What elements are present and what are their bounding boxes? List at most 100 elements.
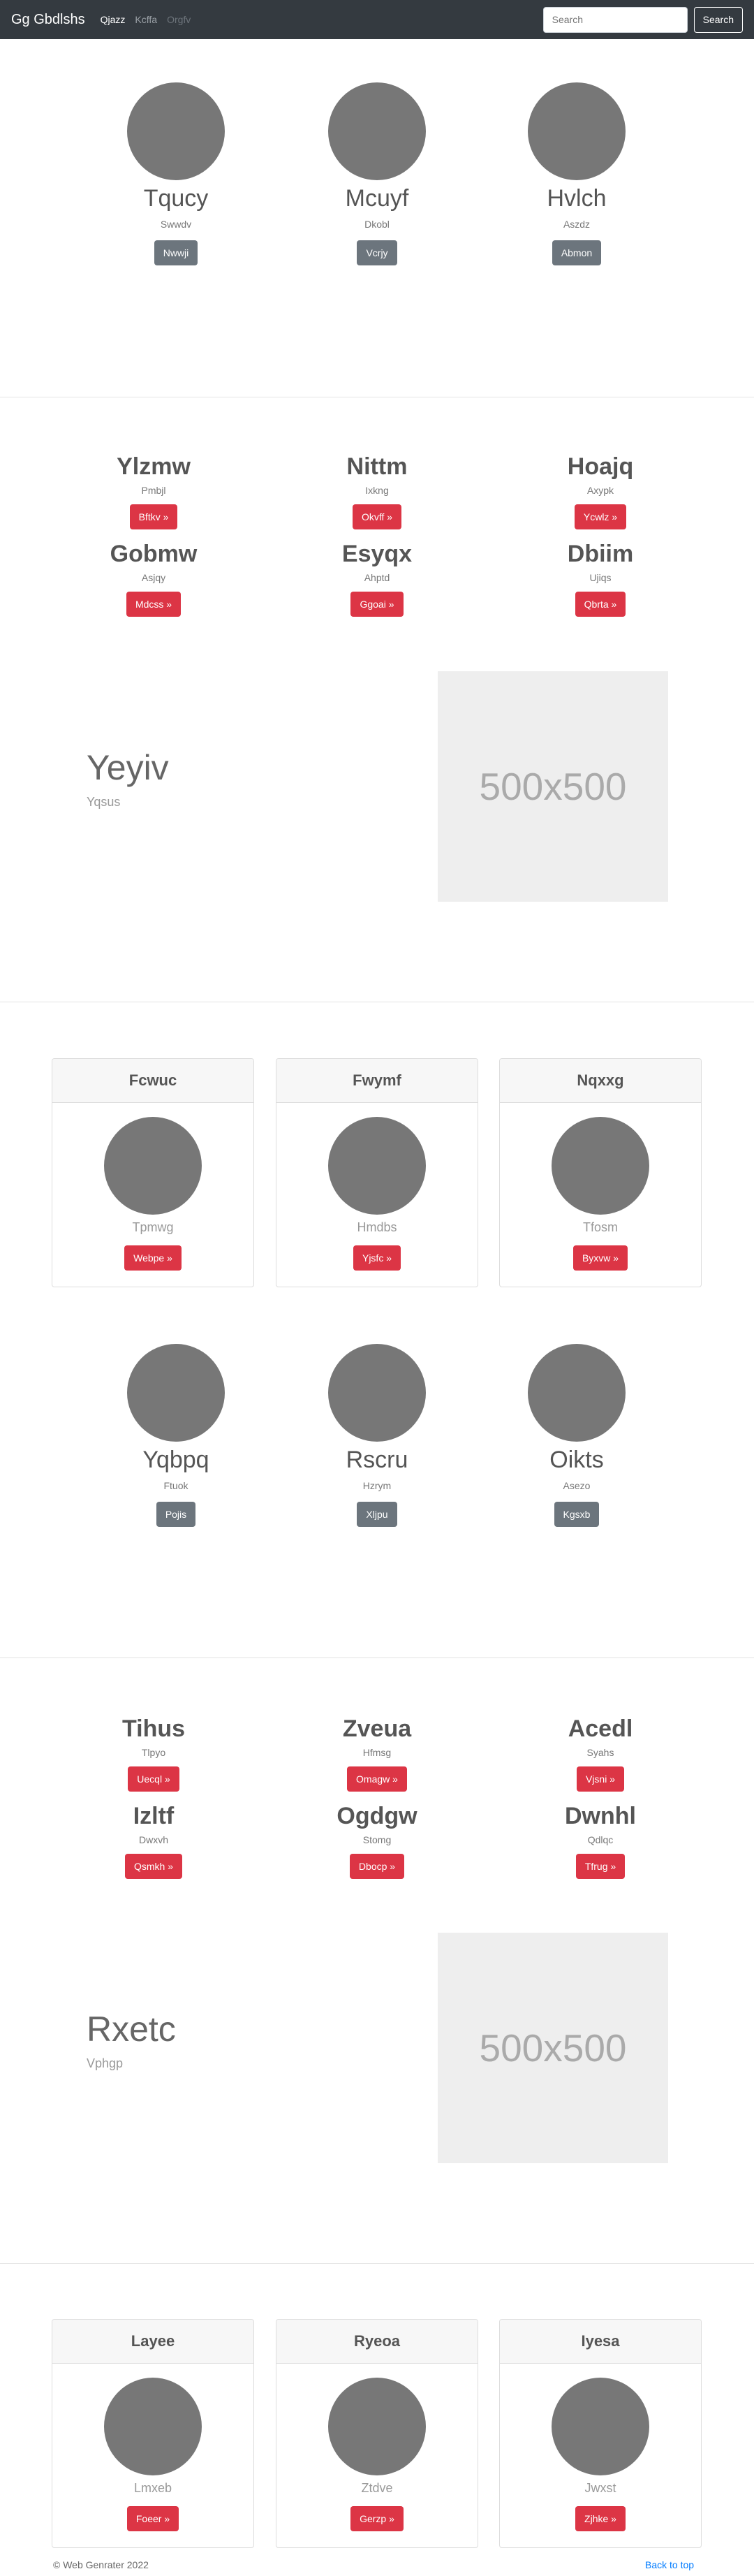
avatar-placeholder: [127, 82, 225, 180]
feature-title: Ylzmw: [117, 453, 191, 480]
card: Iyesa Jwxst Zjhke »: [499, 2319, 702, 2548]
card-button[interactable]: Foeer »: [126, 2506, 179, 2531]
feature-button[interactable]: Ggoai »: [350, 592, 404, 617]
item-title: Yqbpq: [142, 1447, 209, 1473]
avatar-placeholder: [127, 1344, 225, 1442]
feature-subtitle: Tlpyo: [141, 1747, 166, 1758]
feature-item: Dwnhl Qdlqc Tfrug »: [496, 1802, 705, 1879]
feature-title: Gobmw: [110, 541, 198, 567]
card-header: Ryeoa: [276, 2320, 478, 2364]
card-header: Layee: [52, 2320, 253, 2364]
image-placeholder: 500x500: [438, 1933, 668, 2163]
card-subtitle: Ztdve: [361, 2481, 393, 2495]
card-subtitle: Tfosm: [582, 1220, 618, 1234]
feature-button[interactable]: Uecql »: [128, 1766, 179, 1792]
item-title: Rscru: [346, 1447, 408, 1473]
feature-subtitle: Stomg: [362, 1834, 392, 1845]
feature-item: Hoajq Axypk Ycwlz »: [496, 453, 705, 529]
card-header: Fcwuc: [52, 1059, 253, 1103]
item-title: Oikts: [549, 1447, 604, 1473]
avatar-placeholder: [104, 1117, 202, 1215]
feature-subtitle: Dwxvh: [138, 1834, 168, 1845]
card-button[interactable]: Byxvw »: [572, 1245, 628, 1271]
feature-subtitle: Ujiqs: [589, 572, 612, 583]
feature-item: Acedl Syahs Vjsni »: [496, 1715, 705, 1792]
nav-link-1[interactable]: Qjazz: [101, 14, 126, 25]
avatar-placeholder: [552, 2378, 649, 2475]
avatar-placeholder: [328, 2378, 426, 2475]
card-header: Iyesa: [500, 2320, 701, 2364]
feature-button[interactable]: Omagw »: [347, 1766, 407, 1792]
card-subtitle: Jwxst: [584, 2481, 616, 2495]
feature-button[interactable]: Okvff »: [352, 504, 402, 529]
feature-button[interactable]: Dbocp »: [349, 1854, 405, 1879]
back-to-top-link[interactable]: Back to top: [645, 2559, 694, 2570]
feature-button[interactable]: Mdcss »: [126, 592, 182, 617]
card-subtitle: Hmdbs: [357, 1220, 397, 1234]
feature-title: Zveua: [342, 1715, 412, 1742]
feature-button[interactable]: Qsmkh »: [124, 1854, 182, 1879]
card: Layee Lmxeb Foeer »: [52, 2319, 254, 2548]
navbar-brand[interactable]: Gg Gbdlshs: [11, 12, 85, 28]
item-button[interactable]: Vcrjy: [357, 240, 397, 265]
item-subtitle: Aszdz: [563, 219, 591, 230]
feature-item: Ylzmw Pmbjl Bftkv »: [49, 453, 258, 529]
nav-link-3: Orgfv: [167, 14, 191, 25]
navbar: Gg Gbdlshs Qjazz Kcffa Orgfv Search: [0, 0, 754, 39]
feature-item: Nittm Ixkng Okvff »: [272, 453, 482, 529]
search-input[interactable]: [542, 6, 688, 33]
feature-title: Izltf: [133, 1803, 175, 1829]
feature-button[interactable]: Ycwlz »: [574, 504, 627, 529]
card-button[interactable]: Zjhke »: [575, 2506, 626, 2531]
feature-button[interactable]: Bftkv »: [129, 504, 178, 529]
card: Fcwuc Tpmwg Webpe »: [52, 1058, 254, 1287]
item-title: Tqucy: [143, 185, 209, 212]
avatar-placeholder: [328, 82, 426, 180]
hero-subtitle: Yqsus: [87, 795, 121, 809]
feature-title: Ogdgw: [337, 1803, 417, 1829]
feature-title: Dwnhl: [565, 1803, 636, 1829]
footer-copyright: © Web Genrater 2022: [53, 2559, 149, 2570]
feature-item: Zveua Hfmsg Omagw »: [272, 1715, 482, 1792]
item-subtitle: Asezo: [563, 1480, 591, 1491]
feature-subtitle: Hfmsg: [362, 1747, 392, 1758]
item-button[interactable]: Abmon: [552, 240, 602, 265]
circle-item: Rscru Hzrym Xljpu: [272, 1344, 482, 1527]
feature-subtitle: Ahptd: [364, 572, 390, 583]
feature-subtitle: Qdlqc: [587, 1834, 614, 1845]
avatar-placeholder: [528, 82, 626, 180]
card-subtitle: Tpmwg: [132, 1220, 174, 1234]
section-divider: [0, 2263, 754, 2264]
feature-title: Tihus: [121, 1715, 186, 1742]
image-placeholder: 500x500: [438, 671, 668, 902]
nav-link-2[interactable]: Kcffa: [135, 14, 157, 25]
card-button[interactable]: Gerzp »: [350, 2506, 404, 2531]
avatar-placeholder: [552, 1117, 649, 1215]
hero-title: Rxetc: [87, 2010, 176, 2049]
item-subtitle: Hzrym: [362, 1480, 392, 1491]
item-button[interactable]: Pojis: [156, 1502, 196, 1527]
feature-button[interactable]: Tfrug »: [575, 1854, 626, 1879]
avatar-placeholder: [528, 1344, 626, 1442]
card-subtitle: Lmxeb: [133, 2481, 172, 2495]
item-button[interactable]: Xljpu: [357, 1502, 397, 1527]
feature-item: Esyqx Ahptd Ggoai »: [272, 540, 482, 617]
feature-title: Hoajq: [567, 453, 634, 480]
feature-item: Tihus Tlpyo Uecql »: [49, 1715, 258, 1792]
card-button[interactable]: Webpe »: [124, 1245, 182, 1271]
feature-subtitle: Asjqy: [141, 572, 166, 583]
feature-item: Ogdgw Stomg Dbocp »: [272, 1802, 482, 1879]
card-header: Nqxxg: [500, 1059, 701, 1103]
circle-item: Tqucy Swwdv Nwwji: [71, 82, 281, 265]
feature-item: Izltf Dwxvh Qsmkh »: [49, 1802, 258, 1879]
card-header: Fwymf: [276, 1059, 478, 1103]
item-button[interactable]: Nwwji: [154, 240, 198, 265]
item-button[interactable]: Kgsxb: [554, 1502, 600, 1527]
circle-item: Hvlch Aszdz Abmon: [472, 82, 681, 265]
feature-button[interactable]: Qbrta »: [575, 592, 626, 617]
feature-subtitle: Pmbjl: [141, 485, 166, 496]
card-button[interactable]: Yjsfc »: [353, 1245, 401, 1271]
feature-button[interactable]: Vjsni »: [576, 1766, 625, 1792]
hero-title: Yeyiv: [87, 748, 169, 787]
search-button[interactable]: Search: [693, 6, 743, 33]
